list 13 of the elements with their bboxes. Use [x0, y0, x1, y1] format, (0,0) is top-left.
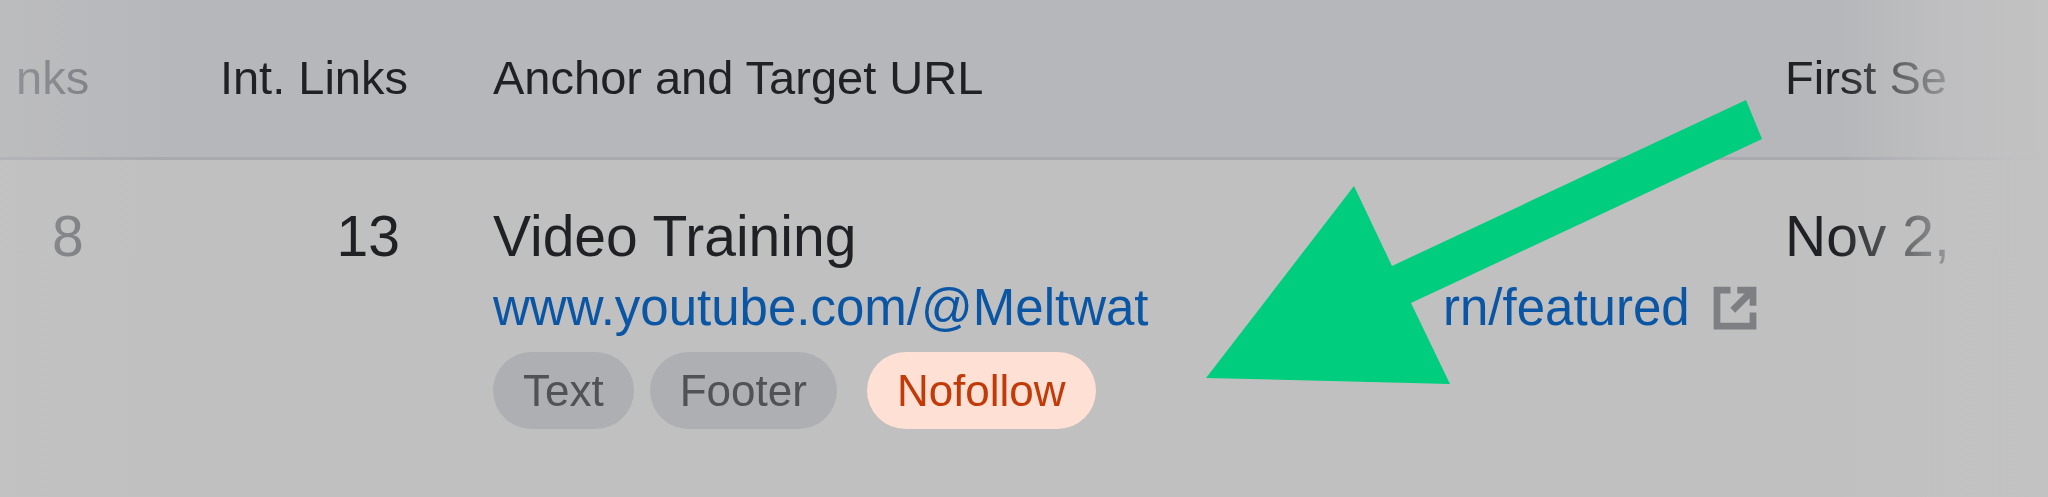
column-header: First Se [1785, 51, 1947, 105]
tag: Nofollow [866, 352, 1096, 429]
table-cell: Nov 2, [1785, 204, 1950, 268]
url-link[interactable]: rn/featured [1443, 279, 1690, 336]
anchor-text: Video Training [493, 203, 857, 270]
column-header: Int. Links [219, 50, 408, 107]
tag: Footer [649, 352, 837, 429]
tag: Text [493, 352, 634, 429]
url-link[interactable]: www.youtube.com/@Meltwat [493, 279, 1149, 336]
column-header: nks [16, 51, 90, 105]
column-header: Anchor and Target URL [493, 51, 984, 105]
table-cell-text: 13 [336, 203, 400, 270]
table-cell: 8 [52, 204, 84, 268]
